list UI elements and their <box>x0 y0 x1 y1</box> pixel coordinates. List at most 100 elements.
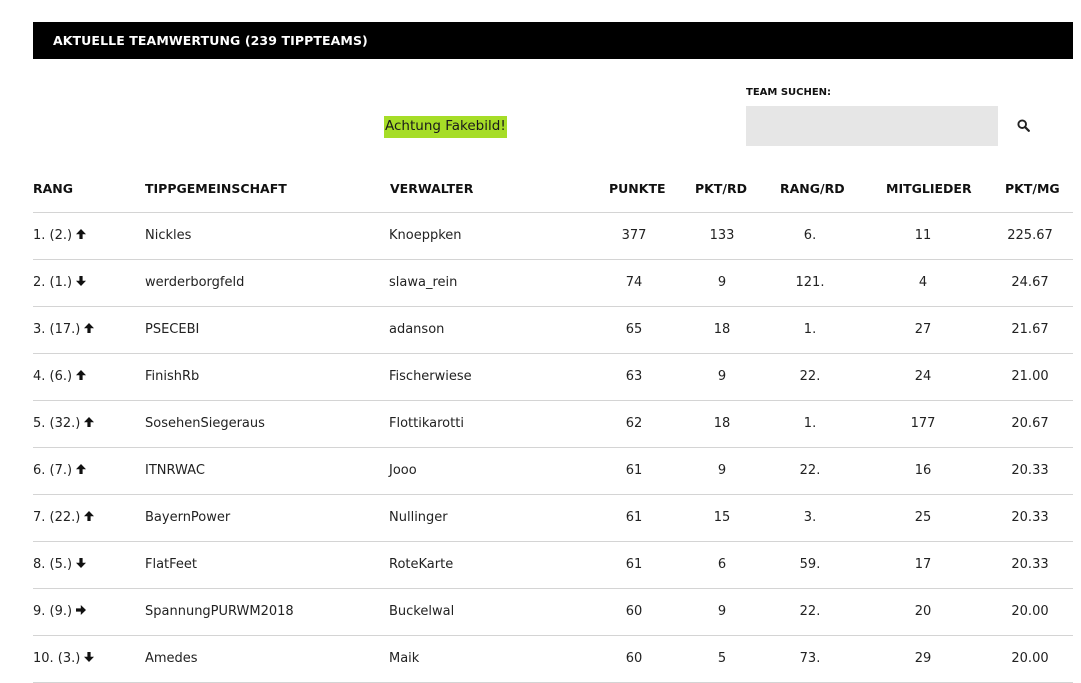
arrow-up-icon <box>83 322 95 334</box>
table-row: 4. (6.) FinishRb Fischerwiese 63 9 22. 24 21.00 <box>33 354 1073 401</box>
points-per-round-cell: 18 <box>713 322 731 337</box>
arrow-up-icon <box>83 416 95 428</box>
search-label: TEAM SUCHEN: <box>746 87 832 98</box>
table-row: 3. (17.) PSECEBI adanson 65 18 1. 27 21.67 <box>33 307 1073 354</box>
table-row: 2. (1.) werderborgfeld slawa_rein 74 9 121. 4 2… <box>33 260 1073 307</box>
rank-per-round-cell: 121. <box>795 275 825 290</box>
rank-text: 9. (9.) <box>33 604 73 619</box>
team-name-link[interactable]: SpannungPURWM2018 <box>145 604 294 620</box>
rank-cell: 2. (1.) <box>33 275 87 291</box>
rank-text: 4. (6.) <box>33 369 73 384</box>
members-cell: 27 <box>914 322 932 337</box>
arrow-up-icon <box>75 369 87 381</box>
team-name-link[interactable]: werderborgfeld <box>145 275 244 291</box>
column-header-team[interactable]: TIPPGEMEINSCHAFT <box>145 181 287 196</box>
team-name-link[interactable]: Nickles <box>145 228 191 244</box>
column-header-pktmg[interactable]: PKT/MG <box>1005 181 1060 196</box>
points-cell: 61 <box>625 510 643 525</box>
team-name-link[interactable]: FlatFeet <box>145 557 197 573</box>
rank-per-round-cell: 1. <box>803 322 817 337</box>
members-cell: 17 <box>914 557 932 572</box>
points-per-member-cell: 225.67 <box>1007 228 1053 243</box>
rank-per-round-cell: 22. <box>799 604 821 619</box>
rank-per-round-cell: 59. <box>799 557 821 572</box>
page-title: AKTUELLE TEAMWERTUNG (239 TIPPTEAMS) <box>53 33 368 48</box>
members-cell: 16 <box>914 463 932 478</box>
admin-name-link[interactable]: slawa_rein <box>389 275 457 291</box>
rank-text: 5. (32.) <box>33 416 81 431</box>
points-per-round-cell: 9 <box>717 275 727 290</box>
rank-per-round-cell: 6. <box>803 228 817 243</box>
admin-name-link[interactable]: Fischerwiese <box>389 369 472 385</box>
rank-text: 6. (7.) <box>33 463 73 478</box>
rank-cell: 5. (32.) <box>33 416 95 432</box>
rank-text: 7. (22.) <box>33 510 81 525</box>
points-cell: 61 <box>625 557 643 572</box>
column-header-points[interactable]: PUNKTE <box>609 181 666 196</box>
rank-per-round-cell: 22. <box>799 369 821 384</box>
search-button[interactable] <box>1003 106 1043 146</box>
points-cell: 74 <box>625 275 643 290</box>
team-name-link[interactable]: Amedes <box>145 651 198 667</box>
points-cell: 61 <box>625 463 643 478</box>
rank-per-round-cell: 73. <box>799 651 821 666</box>
team-ranking-table: 1. (2.) Nickles Knoeppken 377 133 6. 11 225.67 2… <box>33 213 1073 683</box>
points-cell: 62 <box>625 416 643 431</box>
team-name-link[interactable]: SosehenSiegeraus <box>145 416 265 432</box>
points-per-member-cell: 20.00 <box>1011 651 1049 666</box>
table-row: 7. (22.) BayernPower Nullinger 61 15 3. 25 20.3… <box>33 495 1073 542</box>
column-header-rang[interactable]: RANG <box>33 181 73 196</box>
points-cell: 65 <box>625 322 643 337</box>
team-name-link[interactable]: FinishRb <box>145 369 199 385</box>
table-row: 5. (32.) SosehenSiegeraus Flottikarotti 62 1… <box>33 401 1073 448</box>
rank-per-round-cell: 1. <box>803 416 817 431</box>
rank-cell: 8. (5.) <box>33 557 87 573</box>
points-per-member-cell: 20.33 <box>1011 510 1049 525</box>
team-name-link[interactable]: BayernPower <box>145 510 230 526</box>
table-row: 9. (9.) SpannungPURWM2018 Buckelwal 60 9 22. 2… <box>33 589 1073 636</box>
team-name-link[interactable]: PSECEBI <box>145 322 199 338</box>
arrow-down-icon <box>75 557 87 569</box>
points-cell: 60 <box>625 651 643 666</box>
members-cell: 11 <box>914 228 932 243</box>
fake-notice-badge: Achtung Fakebild! <box>384 116 507 138</box>
column-header-members[interactable]: MITGLIEDER <box>886 181 972 196</box>
points-per-member-cell: 20.33 <box>1011 463 1049 478</box>
column-header-pktrd[interactable]: PKT/RD <box>695 181 747 196</box>
admin-name-link[interactable]: Knoeppken <box>389 228 462 244</box>
arrow-down-icon <box>83 651 95 663</box>
admin-name-link[interactable]: RoteKarte <box>389 557 453 573</box>
rank-cell: 10. (3.) <box>33 651 95 667</box>
points-per-member-cell: 20.67 <box>1011 416 1049 431</box>
admin-name-link[interactable]: Jooo <box>389 463 417 479</box>
table-row: 10. (3.) Amedes Maik 60 5 73. 29 20.00 <box>33 636 1073 683</box>
admin-name-link[interactable]: Maik <box>389 651 419 667</box>
members-cell: 4 <box>918 275 928 290</box>
points-cell: 63 <box>625 369 643 384</box>
column-header-rangrd[interactable]: RANG/RD <box>780 181 845 196</box>
column-header-admin[interactable]: VERWALTER <box>390 181 473 196</box>
team-name-link[interactable]: ITNRWAC <box>145 463 205 479</box>
points-per-member-cell: 20.00 <box>1011 604 1049 619</box>
points-per-round-cell: 9 <box>717 369 727 384</box>
points-per-round-cell: 5 <box>717 651 727 666</box>
rank-cell: 4. (6.) <box>33 369 87 385</box>
members-cell: 25 <box>914 510 932 525</box>
members-cell: 29 <box>914 651 932 666</box>
admin-name-link[interactable]: adanson <box>389 322 444 338</box>
rank-per-round-cell: 3. <box>803 510 817 525</box>
admin-name-link[interactable]: Buckelwal <box>389 604 454 620</box>
points-per-member-cell: 21.00 <box>1011 369 1049 384</box>
arrow-up-icon <box>75 228 87 240</box>
points-per-round-cell: 18 <box>713 416 731 431</box>
rank-cell: 3. (17.) <box>33 322 95 338</box>
rank-text: 10. (3.) <box>33 651 81 666</box>
points-per-round-cell: 133 <box>709 228 735 243</box>
points-per-member-cell: 20.33 <box>1011 557 1049 572</box>
admin-name-link[interactable]: Flottikarotti <box>389 416 464 432</box>
points-per-round-cell: 15 <box>713 510 731 525</box>
admin-name-link[interactable]: Nullinger <box>389 510 448 526</box>
arrow-down-icon <box>75 275 87 287</box>
team-search-input[interactable] <box>746 106 998 146</box>
arrow-up-icon <box>75 463 87 475</box>
